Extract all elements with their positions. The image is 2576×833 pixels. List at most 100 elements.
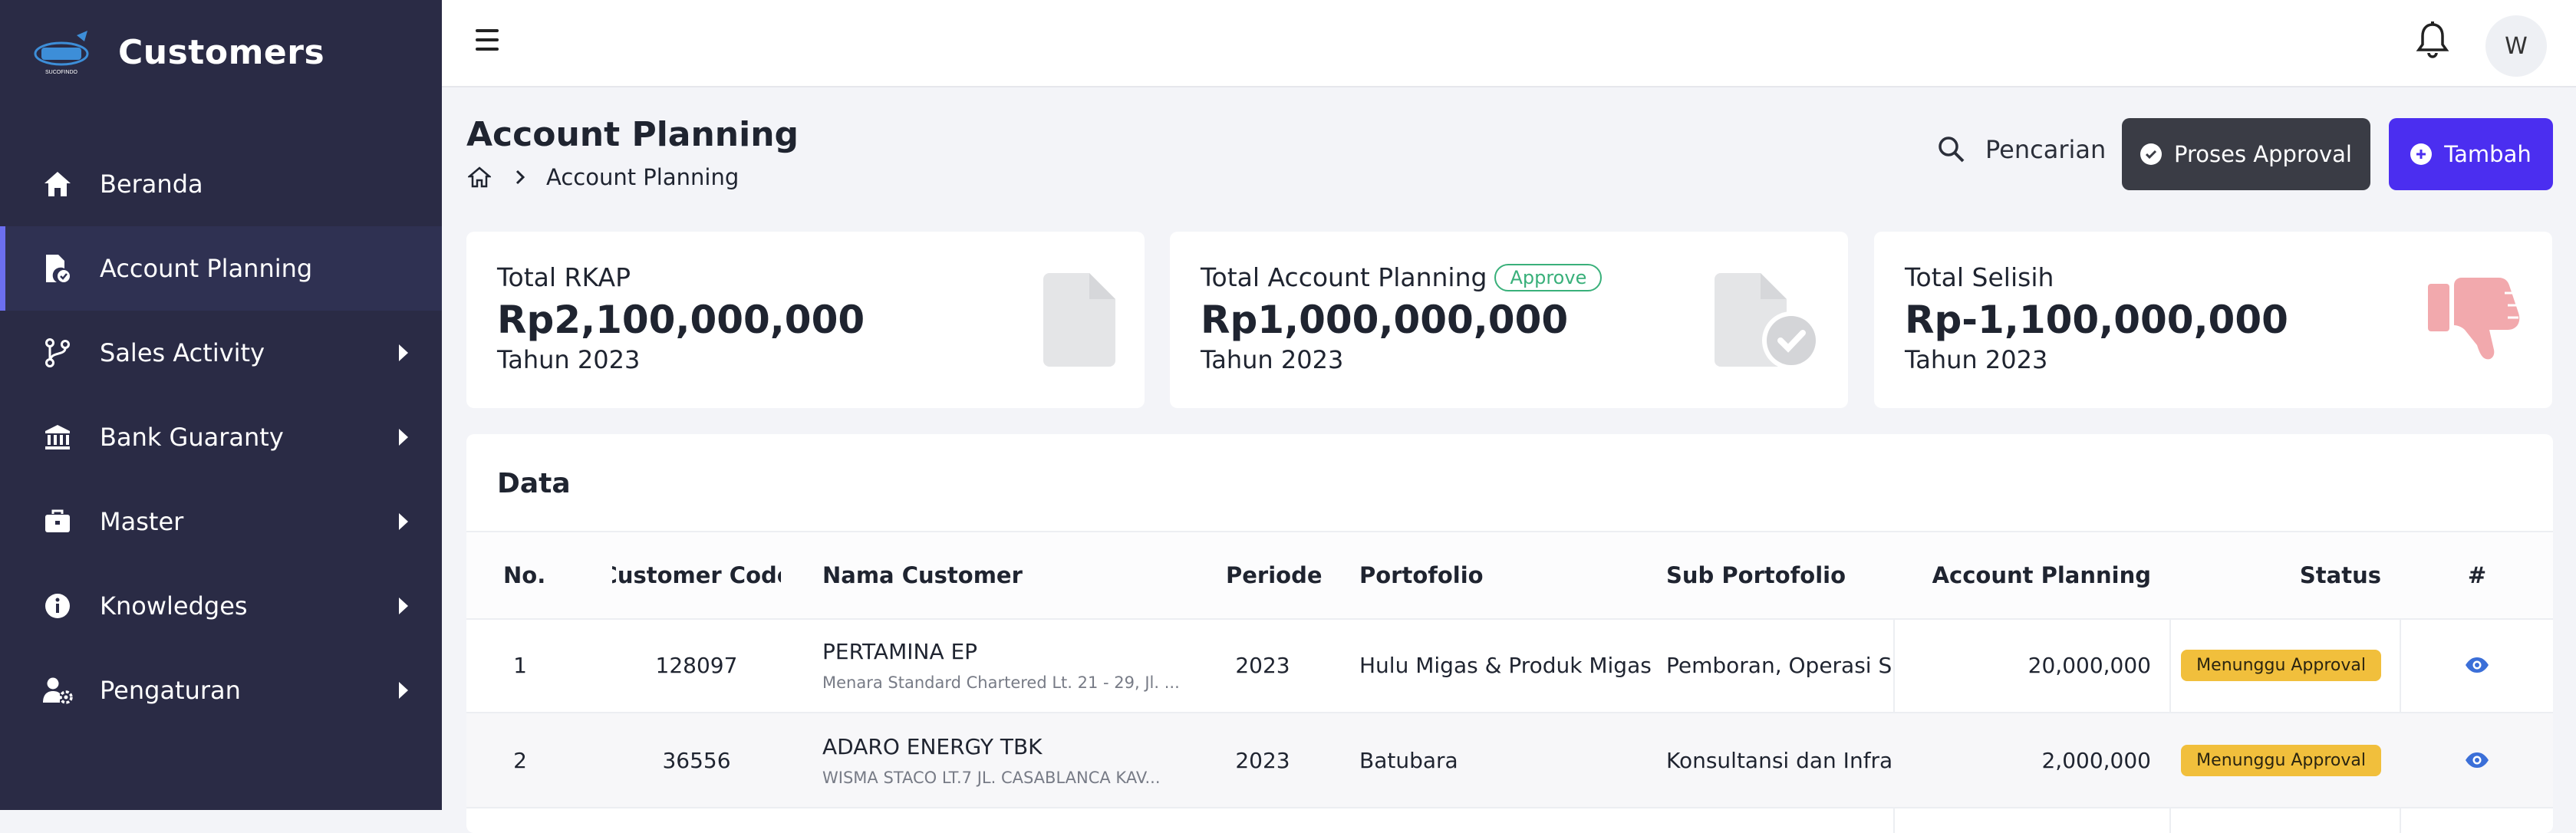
eye-icon[interactable] <box>2465 657 2489 673</box>
sidebar-nav: Beranda Account Planning Sales Activity … <box>0 142 442 733</box>
sidebar-item-label: Knowledges <box>100 591 248 621</box>
card-value: Rp-1,100,000,000 <box>1905 298 2288 342</box>
bell-icon[interactable] <box>2415 21 2450 60</box>
sidebar-item-master[interactable]: Master <box>0 479 442 564</box>
avatar[interactable]: W <box>2485 15 2547 77</box>
search-button[interactable]: Pencarian <box>1938 135 2106 164</box>
cell-customer-code: 36556 <box>662 747 731 773</box>
sidebar-item-beranda[interactable]: Beranda <box>0 142 442 226</box>
column-header-account-planning[interactable]: Account Planning <box>1901 532 2151 618</box>
caret-right-icon <box>399 344 408 361</box>
cell-status: Menunggu Approval <box>2177 618 2381 712</box>
customer-address: Menara Standard Chartered Lt. 21 - 29, J… <box>822 673 1180 692</box>
add-button[interactable]: Tambah <box>2389 118 2553 190</box>
summary-card-total-account-planning: Total Account Planning Approve Rp1,000,0… <box>1170 232 1848 408</box>
card-title: Total RKAP <box>497 262 631 292</box>
hamburger-icon[interactable] <box>476 29 499 51</box>
cell-nama-customer: PERTAMINA EP Menara Standard Chartered L… <box>822 618 1180 712</box>
summary-card-total-rkap: Total RKAP Rp2,100,000,000 Tahun 2023 <box>466 232 1145 408</box>
cell-portofolio: Batubara <box>1359 747 1458 773</box>
thumbs-down-icon <box>2428 278 2520 360</box>
status-badge: Menunggu Approval <box>2181 649 2381 681</box>
sidebar-item-account-planning[interactable]: Account Planning <box>0 226 442 311</box>
card-title: Total Selisih <box>1905 262 2054 292</box>
table-row[interactable]: 1 128097 PERTAMINA EP Menara Standard Ch… <box>466 618 2553 713</box>
column-header-nama-customer[interactable]: Nama Customer <box>822 532 1023 618</box>
branch-icon <box>41 337 74 369</box>
document-check-icon <box>1715 273 1820 370</box>
caret-right-icon <box>399 682 408 699</box>
document-icon <box>1043 273 1115 367</box>
sidebar-item-label: Pengaturan <box>100 676 241 705</box>
sidebar-item-knowledges[interactable]: Knowledges <box>0 564 442 648</box>
cell-sub-portofolio: Konsultansi dan Infrastrul <box>1666 747 1893 773</box>
home-icon <box>41 168 74 200</box>
table-row[interactable]: 2 36556 ADARO ENERGY TBK WISMA STACO LT.… <box>466 713 2553 808</box>
column-header-actions: # <box>2467 562 2487 588</box>
cell-account-planning: 2,000,000 <box>2041 747 2151 773</box>
sidebar-item-bank-guaranty[interactable]: Bank Guaranty <box>0 395 442 479</box>
cell-actions <box>2401 618 2553 712</box>
file-check-icon <box>41 252 74 285</box>
eye-icon[interactable] <box>2465 752 2489 769</box>
column-header-periode[interactable]: Periode <box>1226 532 1323 618</box>
card-title-text: Total Account Planning <box>1201 262 1487 292</box>
customer-name: ADARO ENERGY TBK <box>822 733 1043 759</box>
proses-approval-button[interactable]: Proses Approval <box>2122 118 2370 190</box>
column-header-no[interactable]: No. <box>503 532 545 618</box>
data-table-card: Data No. Customer Code Nama Customer Per… <box>466 434 2553 833</box>
card-subtitle: Tahun 2023 <box>497 345 641 374</box>
cell-sub-portofolio: Pemboran, Operasi Sumb <box>1666 652 1893 678</box>
table-header: No. Customer Code Nama Customer Periode … <box>466 531 2553 620</box>
cell-no: 1 <box>513 652 527 678</box>
user-gear-icon <box>41 674 74 706</box>
chevron-right-icon <box>516 170 525 185</box>
caret-right-icon <box>399 513 408 530</box>
add-label: Tambah <box>2444 141 2532 167</box>
card-title: Total Account Planning Approve <box>1201 262 1603 292</box>
proses-approval-label: Proses Approval <box>2174 141 2352 167</box>
cell-portofolio: Hulu Migas & Produk Migas <box>1359 652 1652 678</box>
search-label: Pencarian <box>1985 135 2107 164</box>
breadcrumb-current[interactable]: Account Planning <box>546 164 739 190</box>
sidebar-item-label: Bank Guaranty <box>100 423 284 452</box>
sidebar: SUCOFINDO Customers Beranda Account Plan… <box>0 0 442 810</box>
app-title: Customers <box>118 32 325 72</box>
check-circle-icon <box>2140 143 2163 165</box>
cell-status: Menunggu Approval <box>2177 713 2381 807</box>
cell-no: 2 <box>513 747 527 773</box>
company-logo-icon: SUCOFINDO <box>34 31 89 75</box>
cell-periode: 2023 <box>1235 652 1290 678</box>
summary-card-total-selisih: Total Selisih Rp-1,100,000,000 Tahun 202… <box>1874 232 2552 408</box>
customer-name: PERTAMINA EP <box>822 638 978 664</box>
table-title: Data <box>497 468 571 499</box>
breadcrumb-home-icon[interactable] <box>468 166 491 189</box>
sidebar-item-label: Beranda <box>100 170 203 199</box>
column-header-customer-code[interactable]: Customer Code <box>612 532 781 618</box>
column-header-portofolio[interactable]: Portofolio <box>1359 532 1484 618</box>
column-header-sub-portofolio[interactable]: Sub Portofolio <box>1666 532 1846 618</box>
card-subtitle: Tahun 2023 <box>1201 345 1344 374</box>
cell-customer-code: 128097 <box>655 652 738 678</box>
card-subtitle: Tahun 2023 <box>1905 345 2048 374</box>
card-value: Rp2,100,000,000 <box>497 298 865 342</box>
status-badge: Menunggu Approval <box>2181 744 2381 776</box>
approve-badge: Approve <box>1494 263 1603 291</box>
logo-text: SUCOFINDO <box>45 70 78 75</box>
column-header-status[interactable]: Status <box>2177 532 2381 618</box>
bank-icon <box>41 421 74 453</box>
cell-periode: 2023 <box>1235 747 1290 773</box>
brand[interactable]: SUCOFINDO Customers <box>31 28 324 77</box>
customer-address: WISMA STACO LT.7 JL. CASABLANCA KAV... <box>822 768 1161 787</box>
card-value: Rp1,000,000,000 <box>1201 298 1569 342</box>
search-icon <box>1939 137 1965 163</box>
sidebar-item-sales-activity[interactable]: Sales Activity <box>0 311 442 395</box>
topbar: W <box>442 0 2576 87</box>
page-title: Account Planning <box>466 115 799 154</box>
sidebar-item-pengaturan[interactable]: Pengaturan <box>0 648 442 733</box>
caret-right-icon <box>399 598 408 614</box>
cell-actions <box>2401 713 2553 807</box>
sidebar-item-label: Master <box>100 507 184 536</box>
sidebar-item-label: Account Planning <box>100 254 313 283</box>
cell-nama-customer: ADARO ENERGY TBK WISMA STACO LT.7 JL. CA… <box>822 713 1161 807</box>
